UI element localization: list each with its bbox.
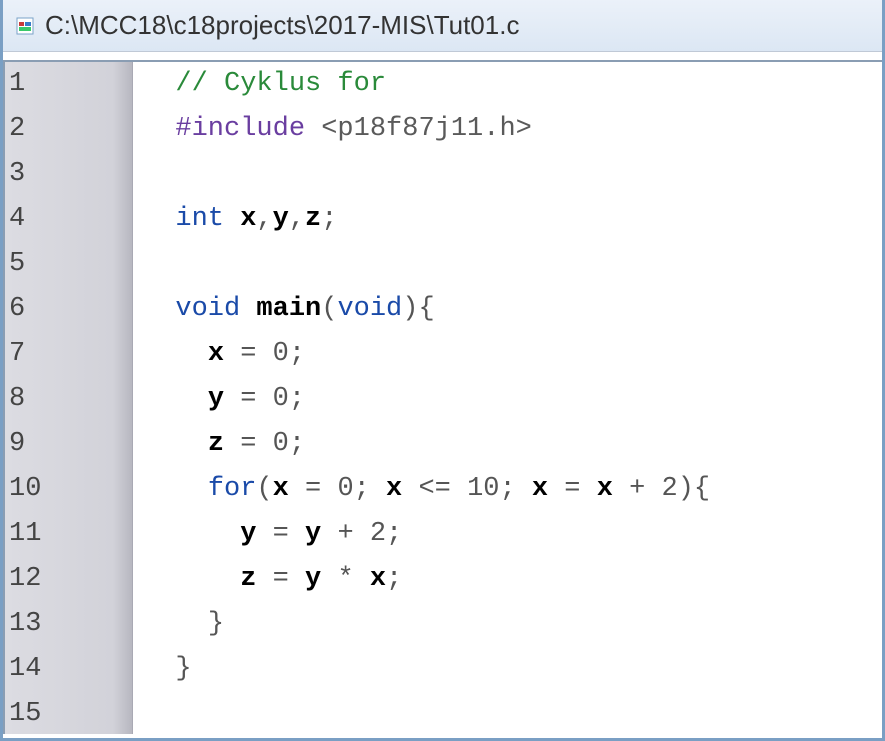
code-line[interactable]: void main(void){ <box>133 287 882 332</box>
line-number: 7 <box>5 332 132 377</box>
code-text-area[interactable]: // Cyklus for #include <p18f87j11.h> int… <box>133 62 882 734</box>
line-number: 9 <box>5 422 132 467</box>
line-number: 4 <box>5 197 132 242</box>
line-number: 14 <box>5 647 132 692</box>
line-number: 3 <box>5 152 132 197</box>
code-line[interactable]: // Cyklus for <box>133 62 882 107</box>
line-number: 1 <box>5 62 132 107</box>
line-number: 8 <box>5 377 132 422</box>
editor-window: C:\MCC18\c18projects\2017-MIS\Tut01.c 1 … <box>0 0 885 741</box>
titlebar[interactable]: C:\MCC18\c18projects\2017-MIS\Tut01.c <box>3 0 882 52</box>
preproc-token: #include <box>175 114 305 144</box>
keyword-token: for <box>208 474 257 504</box>
function-name-token: main <box>256 294 321 324</box>
include-file-token: <p18f87j11.h> <box>321 114 532 144</box>
code-line[interactable]: y = y + 2; <box>133 512 882 557</box>
keyword-token: void <box>175 294 240 324</box>
code-line[interactable]: y = 0; <box>133 377 882 422</box>
code-line[interactable]: #include <p18f87j11.h> <box>133 107 882 152</box>
comment-token: // Cyklus for <box>175 69 386 99</box>
line-number: 13 <box>5 602 132 647</box>
code-line[interactable] <box>133 242 882 287</box>
line-number: 6 <box>5 287 132 332</box>
line-number: 12 <box>5 557 132 602</box>
document-icon <box>15 16 35 36</box>
code-line[interactable] <box>133 152 882 197</box>
line-number: 5 <box>5 242 132 287</box>
code-editor[interactable]: 1 2 3 4 5 6 7 8 9 10 11 12 13 14 15 // C… <box>3 60 882 734</box>
code-line[interactable]: for(x = 0; x <= 10; x = x + 2){ <box>133 467 882 512</box>
line-number-gutter: 1 2 3 4 5 6 7 8 9 10 11 12 13 14 15 <box>5 62 133 734</box>
line-number: 2 <box>5 107 132 152</box>
code-line[interactable]: } <box>133 647 882 692</box>
line-number: 15 <box>5 692 132 737</box>
line-number: 11 <box>5 512 132 557</box>
code-line[interactable]: z = y * x; <box>133 557 882 602</box>
code-line[interactable]: z = 0; <box>133 422 882 467</box>
line-number: 10 <box>5 467 132 512</box>
code-line[interactable]: int x,y,z; <box>133 197 882 242</box>
code-line[interactable]: x = 0; <box>133 332 882 377</box>
window-title: C:\MCC18\c18projects\2017-MIS\Tut01.c <box>45 10 519 41</box>
code-line[interactable]: } <box>133 602 882 647</box>
keyword-token: int <box>175 204 224 234</box>
